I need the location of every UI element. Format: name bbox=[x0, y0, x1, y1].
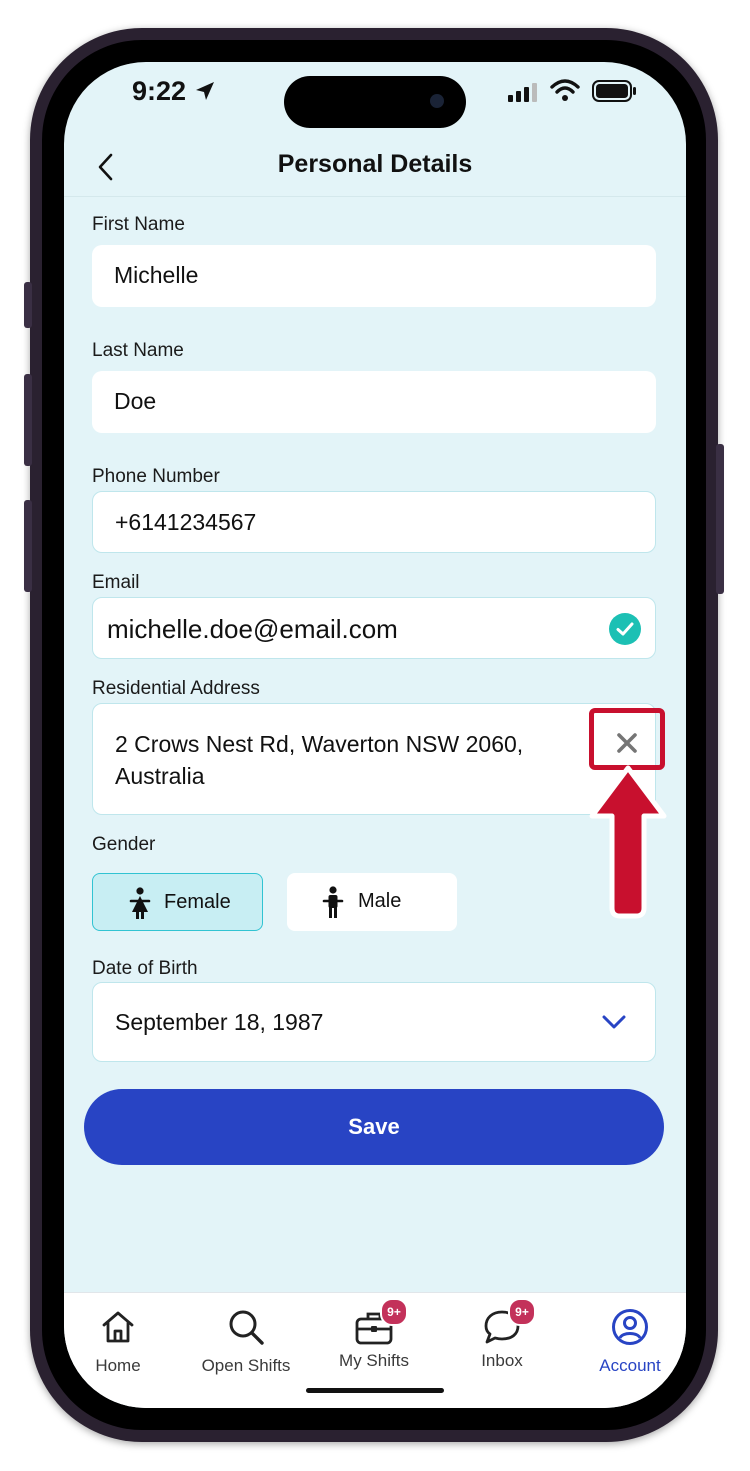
gender-label: Gender bbox=[92, 834, 156, 855]
last-name-label: Last Name bbox=[92, 340, 184, 361]
address-label: Residential Address bbox=[92, 678, 260, 699]
dob-value: September 18, 1987 bbox=[115, 1009, 324, 1035]
cellular-signal-icon bbox=[508, 83, 537, 102]
tab-open-shifts[interactable]: Open Shifts bbox=[184, 1307, 308, 1376]
gender-female-button[interactable]: Female bbox=[92, 873, 263, 931]
volume-down-button bbox=[24, 500, 32, 592]
last-name-value: Doe bbox=[114, 388, 157, 414]
tab-account[interactable]: Account bbox=[568, 1307, 686, 1376]
dob-select[interactable]: September 18, 1987 bbox=[92, 982, 656, 1062]
phone-value: +6141234567 bbox=[115, 509, 257, 535]
header-divider bbox=[64, 196, 686, 197]
check-circle-icon bbox=[609, 613, 641, 645]
gender-female-label: Female bbox=[164, 891, 231, 913]
tab-home-label: Home bbox=[95, 1356, 141, 1375]
tab-home[interactable]: Home bbox=[64, 1307, 180, 1376]
first-name-value: Michelle bbox=[114, 262, 199, 288]
user-circle-icon bbox=[612, 1309, 648, 1345]
chevron-down-icon bbox=[602, 1015, 626, 1029]
first-name-label: First Name bbox=[92, 214, 185, 235]
gender-male-label: Male bbox=[358, 890, 402, 912]
last-name-field[interactable]: Doe bbox=[92, 371, 656, 433]
power-button bbox=[716, 444, 724, 594]
first-name-field[interactable]: Michelle bbox=[92, 245, 656, 307]
address-field[interactable]: 2 Crows Nest Rd, Waverton NSW 2060, Aust… bbox=[92, 703, 656, 815]
address-line-1: 2 Crows Nest Rd, Waverton NSW 2060, bbox=[115, 731, 524, 757]
phone-field[interactable]: +6141234567 bbox=[92, 491, 656, 553]
location-arrow-icon bbox=[195, 82, 214, 100]
tab-account-label: Account bbox=[599, 1356, 661, 1375]
tab-inbox-label: Inbox bbox=[481, 1351, 523, 1370]
search-icon bbox=[229, 1310, 264, 1345]
home-icon bbox=[102, 1311, 134, 1343]
male-icon bbox=[322, 886, 344, 918]
save-button-label: Save bbox=[348, 1114, 400, 1139]
phone-label: Phone Number bbox=[92, 466, 220, 487]
status-time: 9:22 bbox=[132, 76, 216, 107]
front-camera bbox=[430, 94, 444, 108]
tab-open-shifts-label: Open Shifts bbox=[201, 1356, 291, 1375]
wifi-icon bbox=[550, 79, 580, 101]
email-label: Email bbox=[92, 572, 140, 593]
tab-my-shifts-label: My Shifts bbox=[339, 1351, 409, 1370]
annotation-highlight-box bbox=[589, 708, 665, 770]
female-icon bbox=[129, 887, 151, 919]
inbox-badge: 9+ bbox=[508, 1298, 536, 1326]
save-button[interactable]: Save bbox=[84, 1089, 664, 1165]
gender-male-button[interactable]: Male bbox=[287, 873, 457, 931]
page-title: Personal Details bbox=[277, 150, 473, 178]
dob-label: Date of Birth bbox=[92, 958, 198, 979]
annotation-arrow bbox=[589, 765, 667, 919]
email-field[interactable]: michelle.doe@email.com bbox=[92, 597, 656, 659]
tab-my-shifts[interactable]: 9+ My Shifts bbox=[312, 1298, 436, 1371]
home-indicator bbox=[306, 1388, 444, 1393]
address-line-2: Australia bbox=[115, 763, 205, 789]
my-shifts-badge: 9+ bbox=[380, 1298, 408, 1326]
volume-up-button bbox=[24, 374, 32, 466]
email-value: michelle.doe@email.com bbox=[107, 614, 398, 644]
action-button bbox=[24, 282, 32, 328]
tab-inbox[interactable]: 9+ Inbox bbox=[440, 1298, 564, 1371]
battery-icon bbox=[592, 80, 636, 102]
